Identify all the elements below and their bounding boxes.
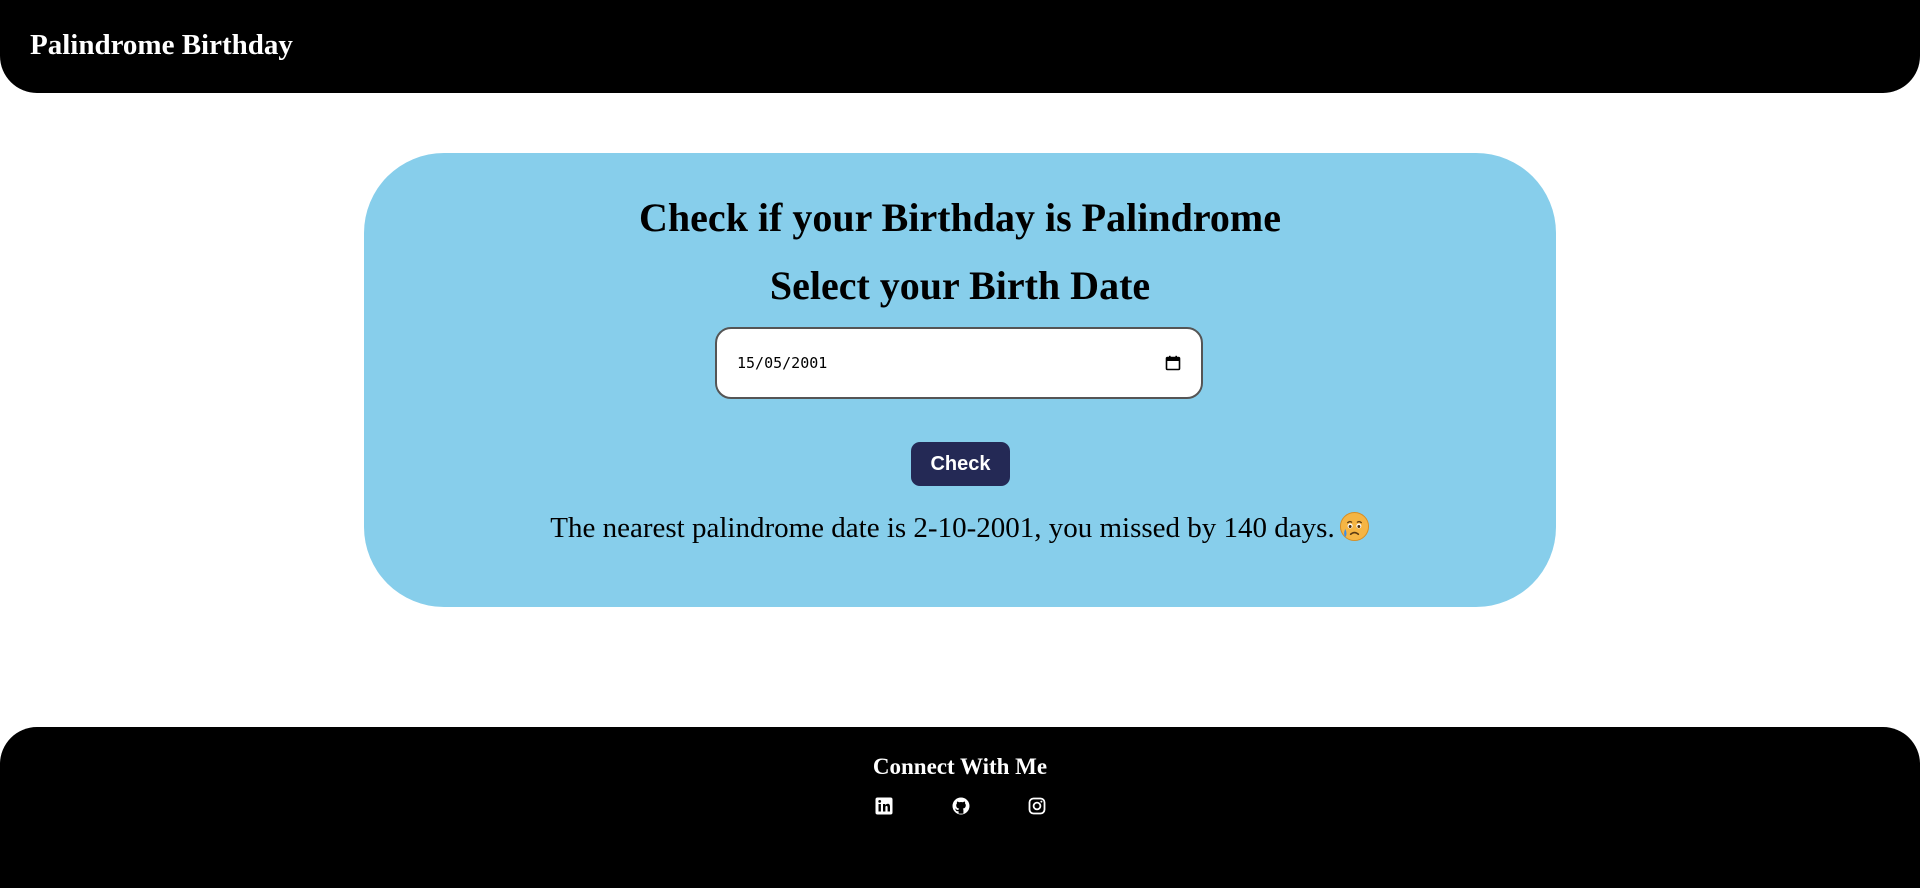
sad-face-with-tear-icon (1339, 511, 1370, 542)
github-icon[interactable] (950, 795, 972, 817)
linkedin-icon[interactable] (873, 795, 895, 817)
footer: Connect With Me (0, 727, 1920, 888)
page: Palindrome Birthday Check if your Birthd… (0, 0, 1920, 888)
instagram-icon[interactable] (1026, 795, 1048, 817)
check-button[interactable]: Check (911, 442, 1010, 486)
palindrome-checker-card: Check if your Birthday is Palindrome Sel… (364, 153, 1556, 607)
footer-title: Connect With Me (872, 754, 1048, 779)
result-text: The nearest palindrome date is 2-10-2001… (550, 512, 1335, 544)
page-title: Check if your Birthday is Palindrome (639, 195, 1281, 240)
birth-date-value[interactable]: 15/05/2001 (737, 354, 1165, 372)
date-prompt-heading: Select your Birth Date (769, 263, 1151, 308)
top-navbar: Palindrome Birthday (0, 0, 1920, 93)
result-message: The nearest palindrome date is 2-10-2001… (364, 510, 1556, 546)
calendar-icon[interactable] (1165, 355, 1181, 371)
brand-title[interactable]: Palindrome Birthday (30, 26, 293, 64)
birth-date-input[interactable]: 15/05/2001 (715, 327, 1203, 399)
